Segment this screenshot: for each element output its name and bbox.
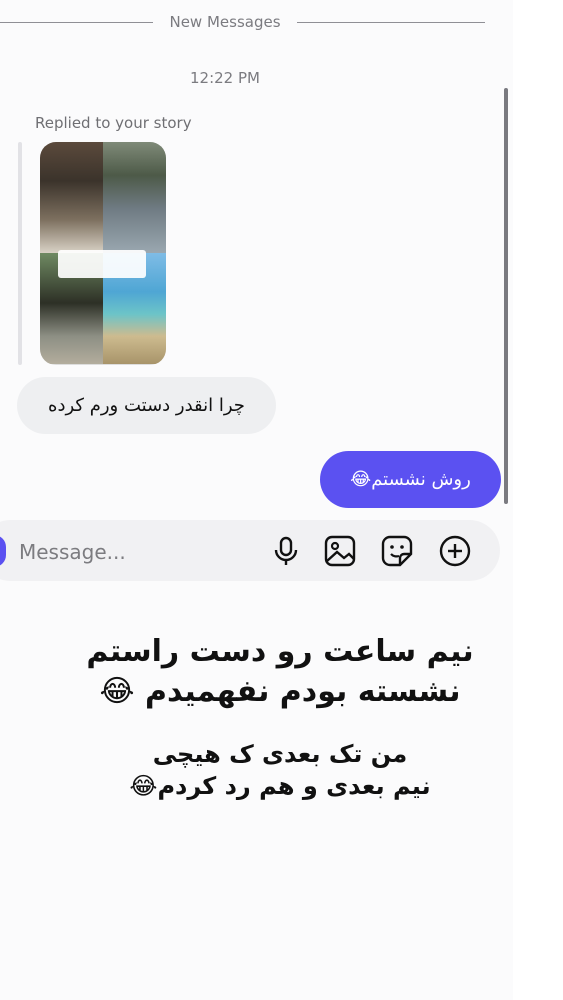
story-reply-caption: Replied to your story (35, 114, 192, 132)
message-timestamp: 12:22 PM (190, 69, 260, 87)
caption-line: نیم بعدی و هم رد کردم😂 (129, 772, 431, 800)
outgoing-message-bubble[interactable]: روش نشستم😂 (320, 451, 501, 508)
sticker-button[interactable] (379, 533, 415, 569)
story-text-sticker (58, 250, 146, 278)
plus-icon (439, 535, 471, 567)
new-messages-divider: New Messages (0, 0, 513, 46)
image-icon (324, 535, 356, 567)
sticker-icon (381, 535, 413, 567)
message-input[interactable] (17, 534, 261, 570)
story-photo-quadrant (103, 142, 166, 253)
scrollbar[interactable] (504, 88, 508, 504)
divider-line-right (297, 22, 485, 23)
caption-line: نیم ساعت رو دست راستم (86, 634, 474, 669)
story-reply-bar (18, 142, 22, 365)
gallery-button[interactable] (322, 533, 358, 569)
new-messages-label: New Messages (169, 13, 281, 31)
caption-line: من تک بعدی ک هیچی (152, 740, 408, 768)
microphone-icon (274, 536, 298, 565)
incoming-message-bubble[interactable]: چرا انقدر دستت ورم کرده (17, 377, 276, 434)
add-button[interactable] (437, 533, 473, 569)
story-thumbnail[interactable] (40, 142, 166, 365)
divider-line-left (0, 22, 153, 23)
overlay-caption-top: نیم ساعت رو دست راستم نشسته بودم نفهمیدم… (60, 632, 500, 712)
story-photo-quadrant (40, 142, 103, 253)
overlay-caption-bottom: من تک بعدی ک هیچی نیم بعدی و هم رد کردم😂 (60, 738, 500, 802)
microphone-button[interactable] (268, 533, 304, 569)
background-strip (513, 0, 563, 1000)
caption-line: نشسته بودم نفهمیدم 😂 (99, 674, 461, 709)
